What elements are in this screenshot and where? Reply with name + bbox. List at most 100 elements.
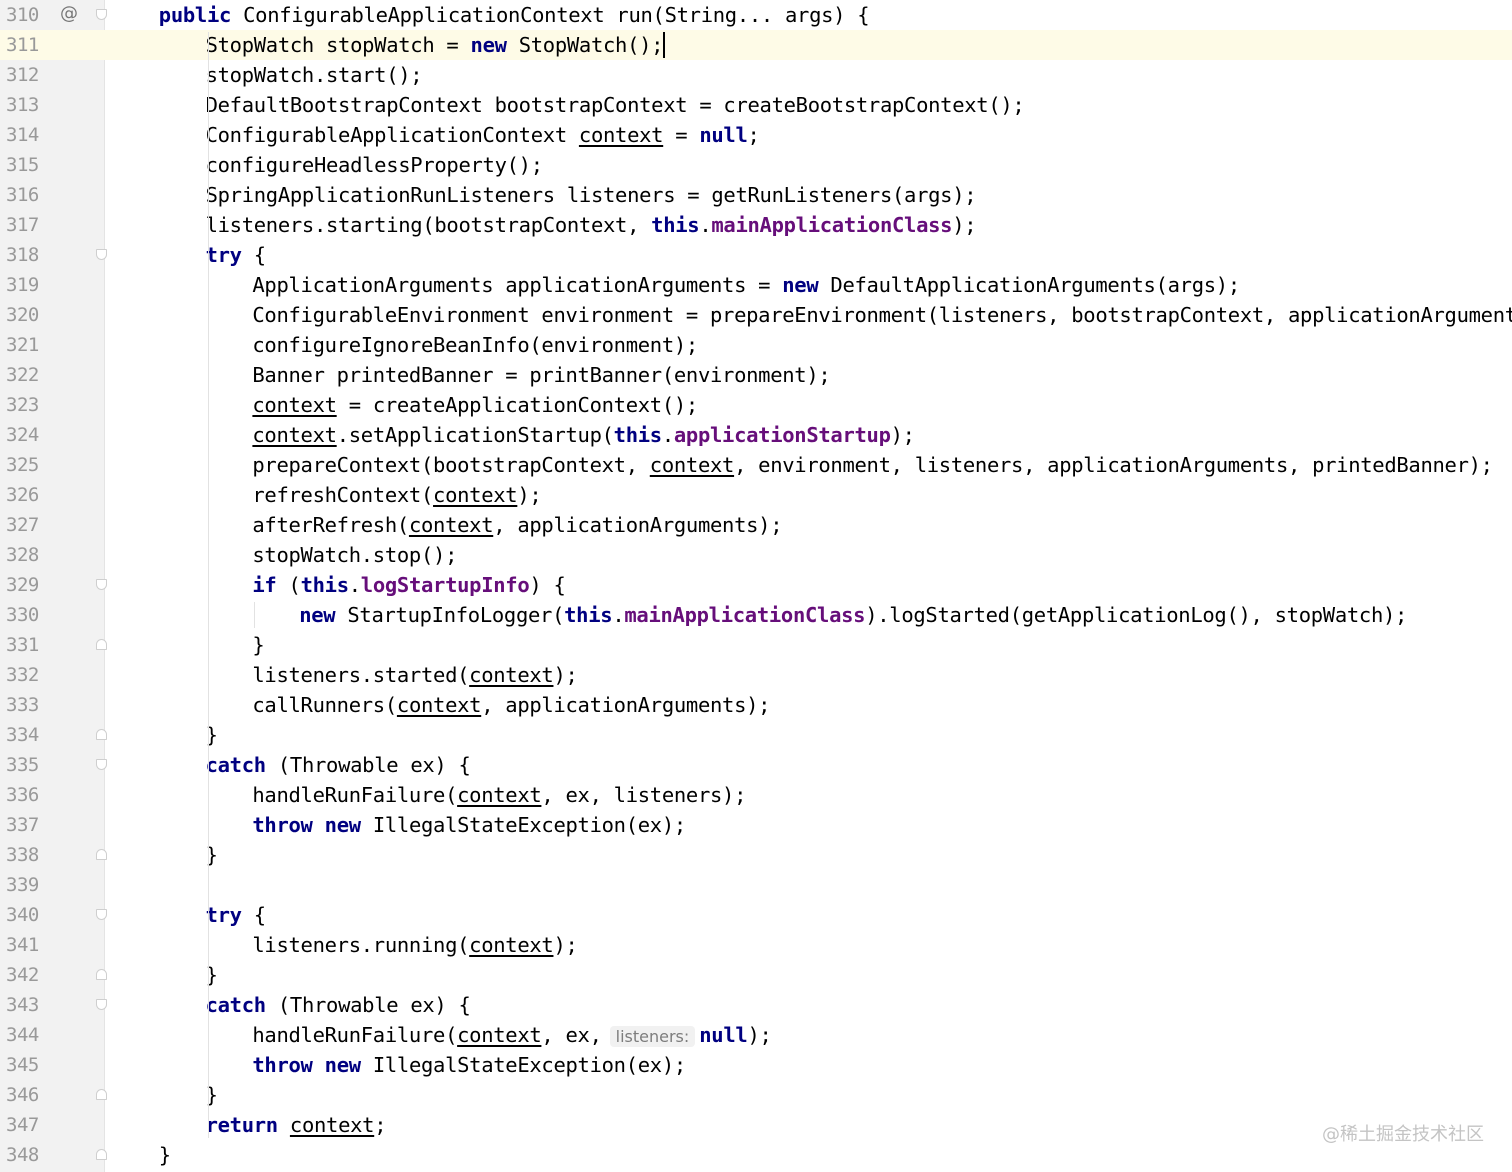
- code-line-328[interactable]: 328 stopWatch.stop();: [0, 540, 1512, 570]
- code-line-338[interactable]: 338}: [0, 840, 1512, 870]
- code-text[interactable]: catch (Throwable ex) {: [206, 992, 471, 1018]
- fold-end-icon[interactable]: [96, 969, 107, 980]
- code-line-342[interactable]: 342}: [0, 960, 1512, 990]
- code-token: DefaultBootstrapContext bootstrapContext…: [205, 93, 1025, 117]
- code-line-330[interactable]: 330 new StartupInfoLogger(this.mainApplic…: [0, 600, 1512, 630]
- code-token: {: [241, 903, 266, 927]
- keyword-token: catch: [205, 993, 267, 1017]
- code-text[interactable]: throw new IllegalStateException(ex);: [252, 812, 686, 838]
- code-line-341[interactable]: 341 listeners.running(context);: [0, 930, 1512, 960]
- code-line-310[interactable]: 310 @ public ConfigurableApplicationContex…: [0, 0, 1512, 30]
- code-text[interactable]: refreshContext(context);: [252, 482, 541, 508]
- code-token: StopWatch();: [506, 33, 664, 57]
- code-text[interactable]: configureHeadlessProperty();: [206, 152, 543, 178]
- code-text[interactable]: ConfigurableApplicationContext context =…: [206, 122, 760, 148]
- code-line-348[interactable]: 348}: [0, 1140, 1512, 1170]
- code-line-329[interactable]: 329 if (this.logStartupInfo) {: [0, 570, 1512, 600]
- code-token: listeners.starting(bootstrapContext,: [205, 213, 652, 237]
- code-line-322[interactable]: 322 Banner printedBanner = printBanner(en…: [0, 360, 1512, 390]
- code-line-335[interactable]: 335 catch (Throwable ex) {: [0, 750, 1512, 780]
- fold-end-icon[interactable]: [96, 729, 107, 740]
- code-line-312[interactable]: 312 stopWatch.start();: [0, 60, 1512, 90]
- code-text[interactable]: DefaultBootstrapContext bootstrapContext…: [206, 92, 1025, 118]
- fold-end-icon[interactable]: [96, 1149, 107, 1160]
- code-line-332[interactable]: 332 listeners.started(context);: [0, 660, 1512, 690]
- code-line-343[interactable]: 343 catch (Throwable ex) {: [0, 990, 1512, 1020]
- code-line-323[interactable]: 323 context = createApplicationContext();: [0, 390, 1512, 420]
- code-text[interactable]: return context;: [206, 1112, 387, 1138]
- code-text[interactable]: prepareContext(bootstrapContext, context…: [252, 452, 1493, 478]
- code-text[interactable]: if (this.logStartupInfo) {: [252, 572, 565, 598]
- code-text[interactable]: throw new IllegalStateException(ex);: [252, 1052, 686, 1078]
- code-text[interactable]: ApplicationArguments applicationArgument…: [252, 272, 1240, 298]
- code-text[interactable]: stopWatch.start();: [206, 62, 423, 88]
- code-token: listeners.running(: [252, 933, 470, 957]
- code-line-327[interactable]: 327 afterRefresh(context, applicationArgu…: [0, 510, 1512, 540]
- override-marker-icon[interactable]: @: [60, 2, 78, 26]
- code-line-344[interactable]: 344 handleRunFailure(context, ex, listener…: [0, 1020, 1512, 1050]
- code-text[interactable]: listeners.starting(bootstrapContext, thi…: [206, 212, 977, 238]
- code-text[interactable]: }: [159, 1142, 171, 1168]
- line-number: 339: [6, 874, 39, 896]
- fold-collapse-icon[interactable]: [96, 999, 107, 1010]
- fold-end-icon[interactable]: [96, 1089, 107, 1100]
- code-text[interactable]: try {: [206, 242, 267, 268]
- code-text[interactable]: Banner printedBanner = printBanner(envir…: [252, 362, 830, 388]
- code-line-339[interactable]: 339: [0, 870, 1512, 900]
- reassigned-variable-token: context: [469, 663, 554, 687]
- code-text[interactable]: handleRunFailure(context, ex, listeners: n…: [252, 1022, 772, 1048]
- keyword-token: if: [252, 573, 277, 597]
- code-line-313[interactable]: 313 DefaultBootstrapContext bootstrapCont…: [0, 90, 1512, 120]
- code-line-321[interactable]: 321 configureIgnoreBeanInfo(environment);: [0, 330, 1512, 360]
- fold-collapse-icon[interactable]: [96, 249, 107, 260]
- code-editor[interactable]: 310 @ public ConfigurableApplicationContex…: [0, 0, 1512, 1172]
- code-token: ConfigurableApplicationContext run(Strin…: [231, 3, 870, 27]
- code-line-326[interactable]: 326 refreshContext(context);: [0, 480, 1512, 510]
- fold-collapse-icon[interactable]: [96, 579, 107, 590]
- code-line-316[interactable]: 316 SpringApplicationRunListeners listene…: [0, 180, 1512, 210]
- code-line-311[interactable]: 311 StopWatch stopWatch = new StopWatch()…: [0, 30, 1512, 60]
- code-text[interactable]: catch (Throwable ex) {: [206, 752, 471, 778]
- code-line-317[interactable]: 317 listeners.starting(bootstrapContext, …: [0, 210, 1512, 240]
- code-text[interactable]: ConfigurableEnvironment environment = pr…: [252, 302, 1512, 328]
- code-line-346[interactable]: 346}: [0, 1080, 1512, 1110]
- code-line-334[interactable]: 334}: [0, 720, 1512, 750]
- code-text[interactable]: context.setApplicationStartup(this.appli…: [252, 422, 915, 448]
- code-line-320[interactable]: 320 ConfigurableEnvironment environment =…: [0, 300, 1512, 330]
- code-text[interactable]: configureIgnoreBeanInfo(environment);: [252, 332, 698, 358]
- code-line-337[interactable]: 337 throw new IllegalStateException(ex);: [0, 810, 1512, 840]
- code-text[interactable]: StopWatch stopWatch = new StopWatch();: [206, 32, 666, 58]
- code-text[interactable]: listeners.running(context);: [252, 932, 577, 958]
- code-line-319[interactable]: 319 ApplicationArguments applicationArgum…: [0, 270, 1512, 300]
- code-line-331[interactable]: 331}: [0, 630, 1512, 660]
- code-text[interactable]: SpringApplicationRunListeners listeners …: [206, 182, 977, 208]
- code-text[interactable]: handleRunFailure(context, ex, listeners)…: [252, 782, 746, 808]
- code-line-336[interactable]: 336 handleRunFailure(context, ex, listene…: [0, 780, 1512, 810]
- fold-end-icon[interactable]: [96, 639, 107, 650]
- code-line-325[interactable]: 325 prepareContext(bootstrapContext, cont…: [0, 450, 1512, 480]
- code-text[interactable]: afterRefresh(context, applicationArgumen…: [252, 512, 782, 538]
- code-token: );: [747, 1023, 772, 1047]
- code-text[interactable]: try {: [206, 902, 267, 928]
- code-text[interactable]: listeners.started(context);: [252, 662, 577, 688]
- code-line-314[interactable]: 314 ConfigurableApplicationContext contex…: [0, 120, 1512, 150]
- keyword-token: catch: [205, 753, 267, 777]
- fold-end-icon[interactable]: [96, 849, 107, 860]
- code-line-345[interactable]: 345 throw new IllegalStateException(ex);: [0, 1050, 1512, 1080]
- code-text[interactable]: }: [252, 632, 264, 658]
- fold-collapse-icon[interactable]: [96, 759, 107, 770]
- fold-collapse-icon[interactable]: [96, 909, 107, 920]
- code-line-347[interactable]: 347 return context;: [0, 1110, 1512, 1140]
- code-text[interactable]: new StartupInfoLogger(this.mainApplicati…: [299, 602, 1407, 628]
- code-text[interactable]: context = createApplicationContext();: [252, 392, 698, 418]
- code-line-340[interactable]: 340 try {: [0, 900, 1512, 930]
- code-line-315[interactable]: 315 configureHeadlessProperty();: [0, 150, 1512, 180]
- code-line-324[interactable]: 324 context.setApplicationStartup(this.ap…: [0, 420, 1512, 450]
- code-line-333[interactable]: 333 callRunners(context, applicationArgum…: [0, 690, 1512, 720]
- fold-collapse-icon[interactable]: [96, 9, 107, 20]
- code-text[interactable]: callRunners(context, applicationArgument…: [252, 692, 770, 718]
- code-text[interactable]: stopWatch.stop();: [252, 542, 457, 568]
- code-line-318[interactable]: 318 try {: [0, 240, 1512, 270]
- code-text[interactable]: public ConfigurableApplicationContext ru…: [159, 2, 870, 28]
